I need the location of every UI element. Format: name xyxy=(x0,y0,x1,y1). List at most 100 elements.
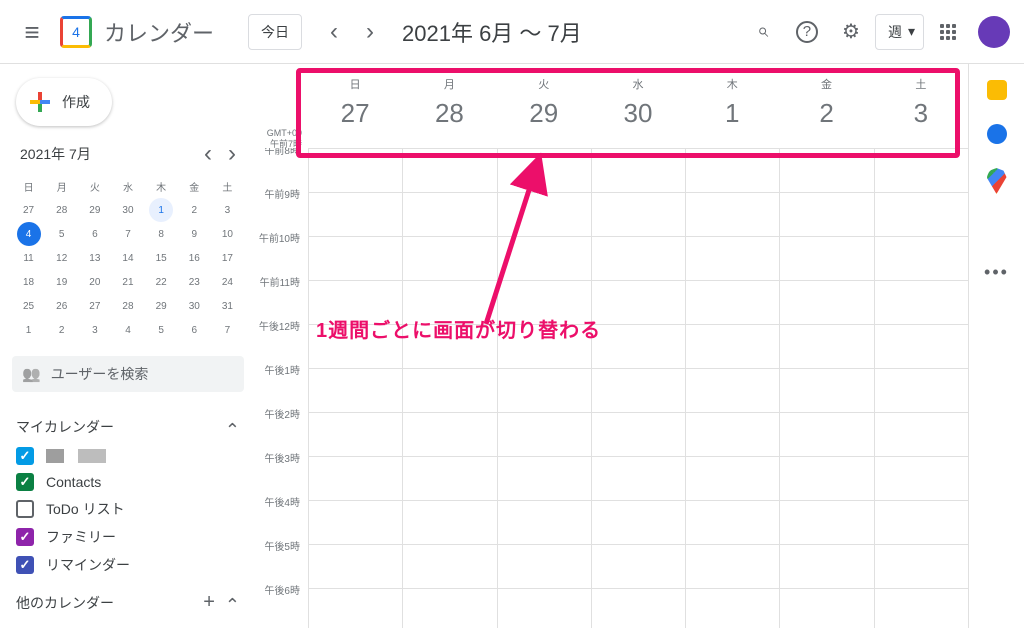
calendar-list-item[interactable]: Contacts xyxy=(12,469,244,495)
prev-period-button[interactable] xyxy=(318,16,350,48)
mini-day-cell[interactable]: 16 xyxy=(178,246,211,270)
calendar-list-item[interactable] xyxy=(12,443,244,469)
mini-day-cell[interactable]: 28 xyxy=(45,198,78,222)
time-cell[interactable] xyxy=(497,545,591,588)
time-cell[interactable] xyxy=(685,281,779,324)
time-cell[interactable] xyxy=(308,457,402,500)
mini-day-cell[interactable]: 10 xyxy=(211,222,244,246)
tasks-addon-icon[interactable] xyxy=(987,124,1007,144)
mini-day-cell[interactable]: 30 xyxy=(111,198,144,222)
time-cell[interactable] xyxy=(497,413,591,456)
time-cell[interactable] xyxy=(402,501,496,544)
time-cell[interactable] xyxy=(874,457,968,500)
google-apps-button[interactable] xyxy=(928,12,968,52)
time-cell[interactable] xyxy=(779,193,873,236)
time-cell[interactable] xyxy=(591,193,685,236)
time-cell[interactable] xyxy=(779,237,873,280)
time-cell[interactable] xyxy=(874,325,968,368)
mini-next-month[interactable] xyxy=(220,142,244,166)
time-cell[interactable] xyxy=(779,325,873,368)
time-cell[interactable] xyxy=(591,369,685,412)
time-cell[interactable] xyxy=(591,237,685,280)
mini-day-cell[interactable]: 8 xyxy=(145,222,178,246)
calendar-checkbox[interactable] xyxy=(16,447,34,465)
time-cell[interactable] xyxy=(591,281,685,324)
calendar-checkbox[interactable] xyxy=(16,556,34,574)
view-switcher[interactable]: 週 xyxy=(875,14,924,50)
time-cell[interactable] xyxy=(779,413,873,456)
mini-day-cell[interactable]: 4 xyxy=(111,318,144,342)
time-cell[interactable] xyxy=(874,281,968,324)
mini-day-cell[interactable]: 18 xyxy=(12,270,45,294)
mini-day-cell[interactable]: 2 xyxy=(45,318,78,342)
time-cell[interactable] xyxy=(591,589,685,628)
time-cell[interactable] xyxy=(874,589,968,628)
calendar-list-item[interactable]: ToDo リスト xyxy=(12,495,244,523)
time-cell[interactable] xyxy=(308,369,402,412)
calendar-list-item[interactable]: リマインダー xyxy=(12,551,244,579)
mini-day-cell[interactable]: 17 xyxy=(211,246,244,270)
mini-day-cell[interactable]: 20 xyxy=(78,270,111,294)
mini-day-cell[interactable]: 7 xyxy=(211,318,244,342)
time-cell[interactable] xyxy=(874,237,968,280)
mini-day-cell[interactable]: 11 xyxy=(12,246,45,270)
mini-day-cell[interactable]: 28 xyxy=(111,294,144,318)
time-cell[interactable] xyxy=(308,589,402,628)
calendar-checkbox[interactable] xyxy=(16,528,34,546)
time-cell[interactable] xyxy=(685,545,779,588)
mini-day-cell[interactable]: 14 xyxy=(111,246,144,270)
time-cell[interactable] xyxy=(402,589,496,628)
time-cell[interactable] xyxy=(779,589,873,628)
mini-day-cell[interactable]: 27 xyxy=(78,294,111,318)
settings-button[interactable] xyxy=(831,12,871,52)
mini-day-cell[interactable]: 26 xyxy=(45,294,78,318)
time-cell[interactable] xyxy=(591,325,685,368)
mini-day-cell[interactable]: 21 xyxy=(111,270,144,294)
time-cell[interactable] xyxy=(874,501,968,544)
mini-day-cell[interactable]: 4 xyxy=(12,222,45,246)
people-search-input[interactable]: ユーザーを検索 xyxy=(12,356,244,392)
calendar-checkbox[interactable] xyxy=(16,473,34,491)
mini-day-cell[interactable]: 12 xyxy=(45,246,78,270)
mini-day-cell[interactable]: 24 xyxy=(211,270,244,294)
mini-day-cell[interactable]: 13 xyxy=(78,246,111,270)
time-grid[interactable]: 午前8時午前9時午前10時午前11時午後12時午後1時午後2時午後3時午後4時午… xyxy=(256,148,968,628)
more-addons-button[interactable]: ••• xyxy=(984,262,1009,283)
time-cell[interactable] xyxy=(685,413,779,456)
time-cell[interactable] xyxy=(685,501,779,544)
add-calendar-button[interactable] xyxy=(203,591,215,614)
mini-day-cell[interactable]: 29 xyxy=(78,198,111,222)
mini-day-cell[interactable]: 1 xyxy=(12,318,45,342)
time-cell[interactable] xyxy=(591,413,685,456)
mini-day-cell[interactable]: 7 xyxy=(111,222,144,246)
time-cell[interactable] xyxy=(591,501,685,544)
mini-day-cell[interactable]: 29 xyxy=(145,294,178,318)
mini-day-cell[interactable]: 1 xyxy=(145,198,178,222)
time-cell[interactable] xyxy=(685,589,779,628)
time-cell[interactable] xyxy=(874,369,968,412)
time-cell[interactable] xyxy=(497,457,591,500)
time-cell[interactable] xyxy=(308,193,402,236)
main-menu-button[interactable] xyxy=(12,12,52,52)
mini-day-cell[interactable]: 5 xyxy=(145,318,178,342)
mini-day-cell[interactable]: 6 xyxy=(178,318,211,342)
time-cell[interactable] xyxy=(779,369,873,412)
keep-addon-icon[interactable] xyxy=(987,80,1007,100)
today-button[interactable]: 今日 xyxy=(248,14,302,50)
mini-day-cell[interactable]: 27 xyxy=(12,198,45,222)
mini-day-cell[interactable]: 2 xyxy=(178,198,211,222)
mini-day-cell[interactable]: 23 xyxy=(178,270,211,294)
mini-prev-month[interactable] xyxy=(196,142,220,166)
time-cell[interactable] xyxy=(685,369,779,412)
help-button[interactable] xyxy=(787,12,827,52)
time-cell[interactable] xyxy=(685,193,779,236)
create-button[interactable]: 作成 xyxy=(16,78,112,126)
mini-day-cell[interactable]: 25 xyxy=(12,294,45,318)
mini-day-cell[interactable]: 3 xyxy=(211,198,244,222)
search-button[interactable] xyxy=(743,12,783,52)
my-calendars-toggle[interactable]: マイカレンダー xyxy=(12,410,244,443)
time-cell[interactable] xyxy=(685,237,779,280)
time-cell[interactable] xyxy=(497,589,591,628)
time-cell[interactable] xyxy=(779,545,873,588)
mini-day-cell[interactable]: 30 xyxy=(178,294,211,318)
